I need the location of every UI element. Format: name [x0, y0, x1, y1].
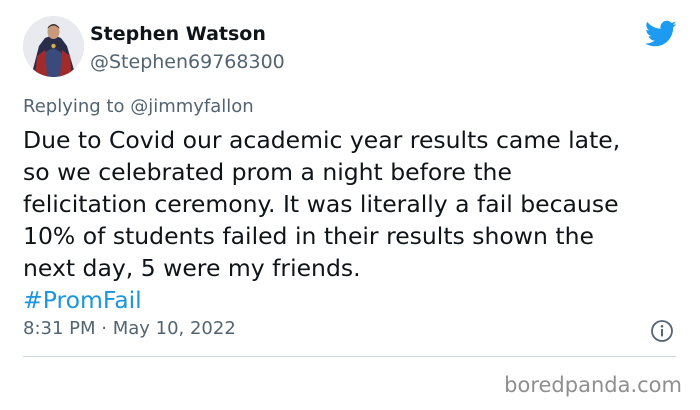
tweet-text-line: Due to Covid our academic year results c…: [23, 126, 621, 154]
tweet-text: Due to Covid our academic year results c…: [23, 124, 683, 316]
tweet-text-line: so we celebrated prom a night before the: [23, 158, 512, 186]
replying-to-label: Replying to @jimmyfallon: [23, 96, 254, 117]
tweet-text-line: 10% of students failed in their results …: [23, 222, 594, 250]
hashtag-link[interactable]: #PromFail: [23, 284, 683, 316]
tweet-timestamp[interactable]: 8:31 PM · May 10, 2022: [23, 318, 236, 339]
tweet-text-line: next day, 5 were my friends.: [23, 254, 361, 282]
author-display-name[interactable]: Stephen Watson: [90, 23, 266, 45]
avatar[interactable]: [23, 16, 84, 77]
twitter-bird-icon[interactable]: [645, 20, 677, 48]
tweet-text-line: felicitation ceremony. It was literally …: [23, 190, 619, 218]
info-icon[interactable]: [650, 319, 674, 343]
divider: [23, 356, 676, 357]
watermark-label: boredpanda.com: [504, 373, 682, 397]
author-handle[interactable]: @Stephen69768300: [90, 51, 285, 73]
